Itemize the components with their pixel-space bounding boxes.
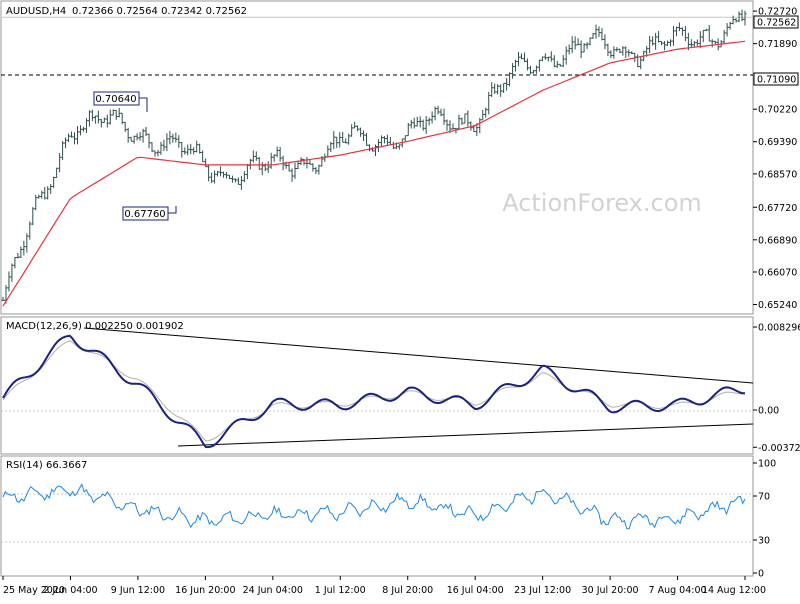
macd-tick-label: 0.008296 [758,323,800,334]
x-tick-label: 24 Jun 04:00 [243,585,303,596]
annotation-high-text: 0.70640 [95,94,136,105]
macd-title: MACD(12,26,9) 0.002250 0.001902 [6,321,184,332]
x-tick-label: 2 Jun 04:00 [43,585,97,596]
price-tick-label: 0.71890 [758,39,797,50]
price-tick-label: 0.65240 [758,300,797,311]
rsi-tick-label: 0 [758,569,764,580]
price-tick-label: 0.66890 [758,235,797,246]
x-tick-label: 14 Aug 12:00 [702,585,766,596]
chart-root: ActionForex.com 0.70640 0.67760 AUDUSD,H… [0,0,800,600]
rsi-title: RSI(14) 66.3667 [6,460,87,471]
rsi-tick-label: 100 [758,459,776,470]
price-tick-label: 0.66070 [758,267,797,278]
price-tick-label: 0.68570 [758,169,797,180]
x-tick-label: 9 Jun 12:00 [111,585,165,596]
watermark-text: ActionForex.com [502,189,702,217]
chart-svg: ActionForex.com 0.70640 0.67760 AUDUSD,H… [0,0,800,600]
x-tick-label: 16 Jul 04:00 [447,585,504,596]
annotation-low-text: 0.67760 [124,209,165,220]
macd-tick-label: 0.00 [758,406,779,417]
x-tick-label: 7 Aug 04:00 [649,585,707,596]
x-tick-label: 8 Jul 20:00 [382,585,433,596]
x-tick-label: 16 Jun 20:00 [175,585,235,596]
canvas-background [0,0,800,600]
rsi-tick-label: 70 [758,492,770,503]
price-tick-label: 0.70220 [758,105,797,116]
price-annotation-low: 0.67760 [122,206,177,221]
price-tick-label: 0.69390 [758,137,797,148]
macd-tick-label: -0.003725 [758,443,800,454]
reference-price-tag: 0.71090 [753,72,799,86]
x-tick-label: 30 Jul 20:00 [582,585,639,596]
reference-price-label: 0.71090 [757,75,796,86]
current-price-tag: 0.72562 [753,15,799,29]
price-header-ohlc: 0.72366 0.72564 0.72342 0.72562 [72,6,247,17]
price-tick-label: 0.67720 [758,203,797,214]
x-tick-label: 1 Jul 12:00 [315,585,366,596]
current-price-label: 0.72562 [757,18,796,29]
price-header-symbol: AUDUSD,H4 [6,6,66,17]
x-tick-label: 23 Jul 12:00 [514,585,571,596]
rsi-tick-label: 30 [758,536,770,547]
